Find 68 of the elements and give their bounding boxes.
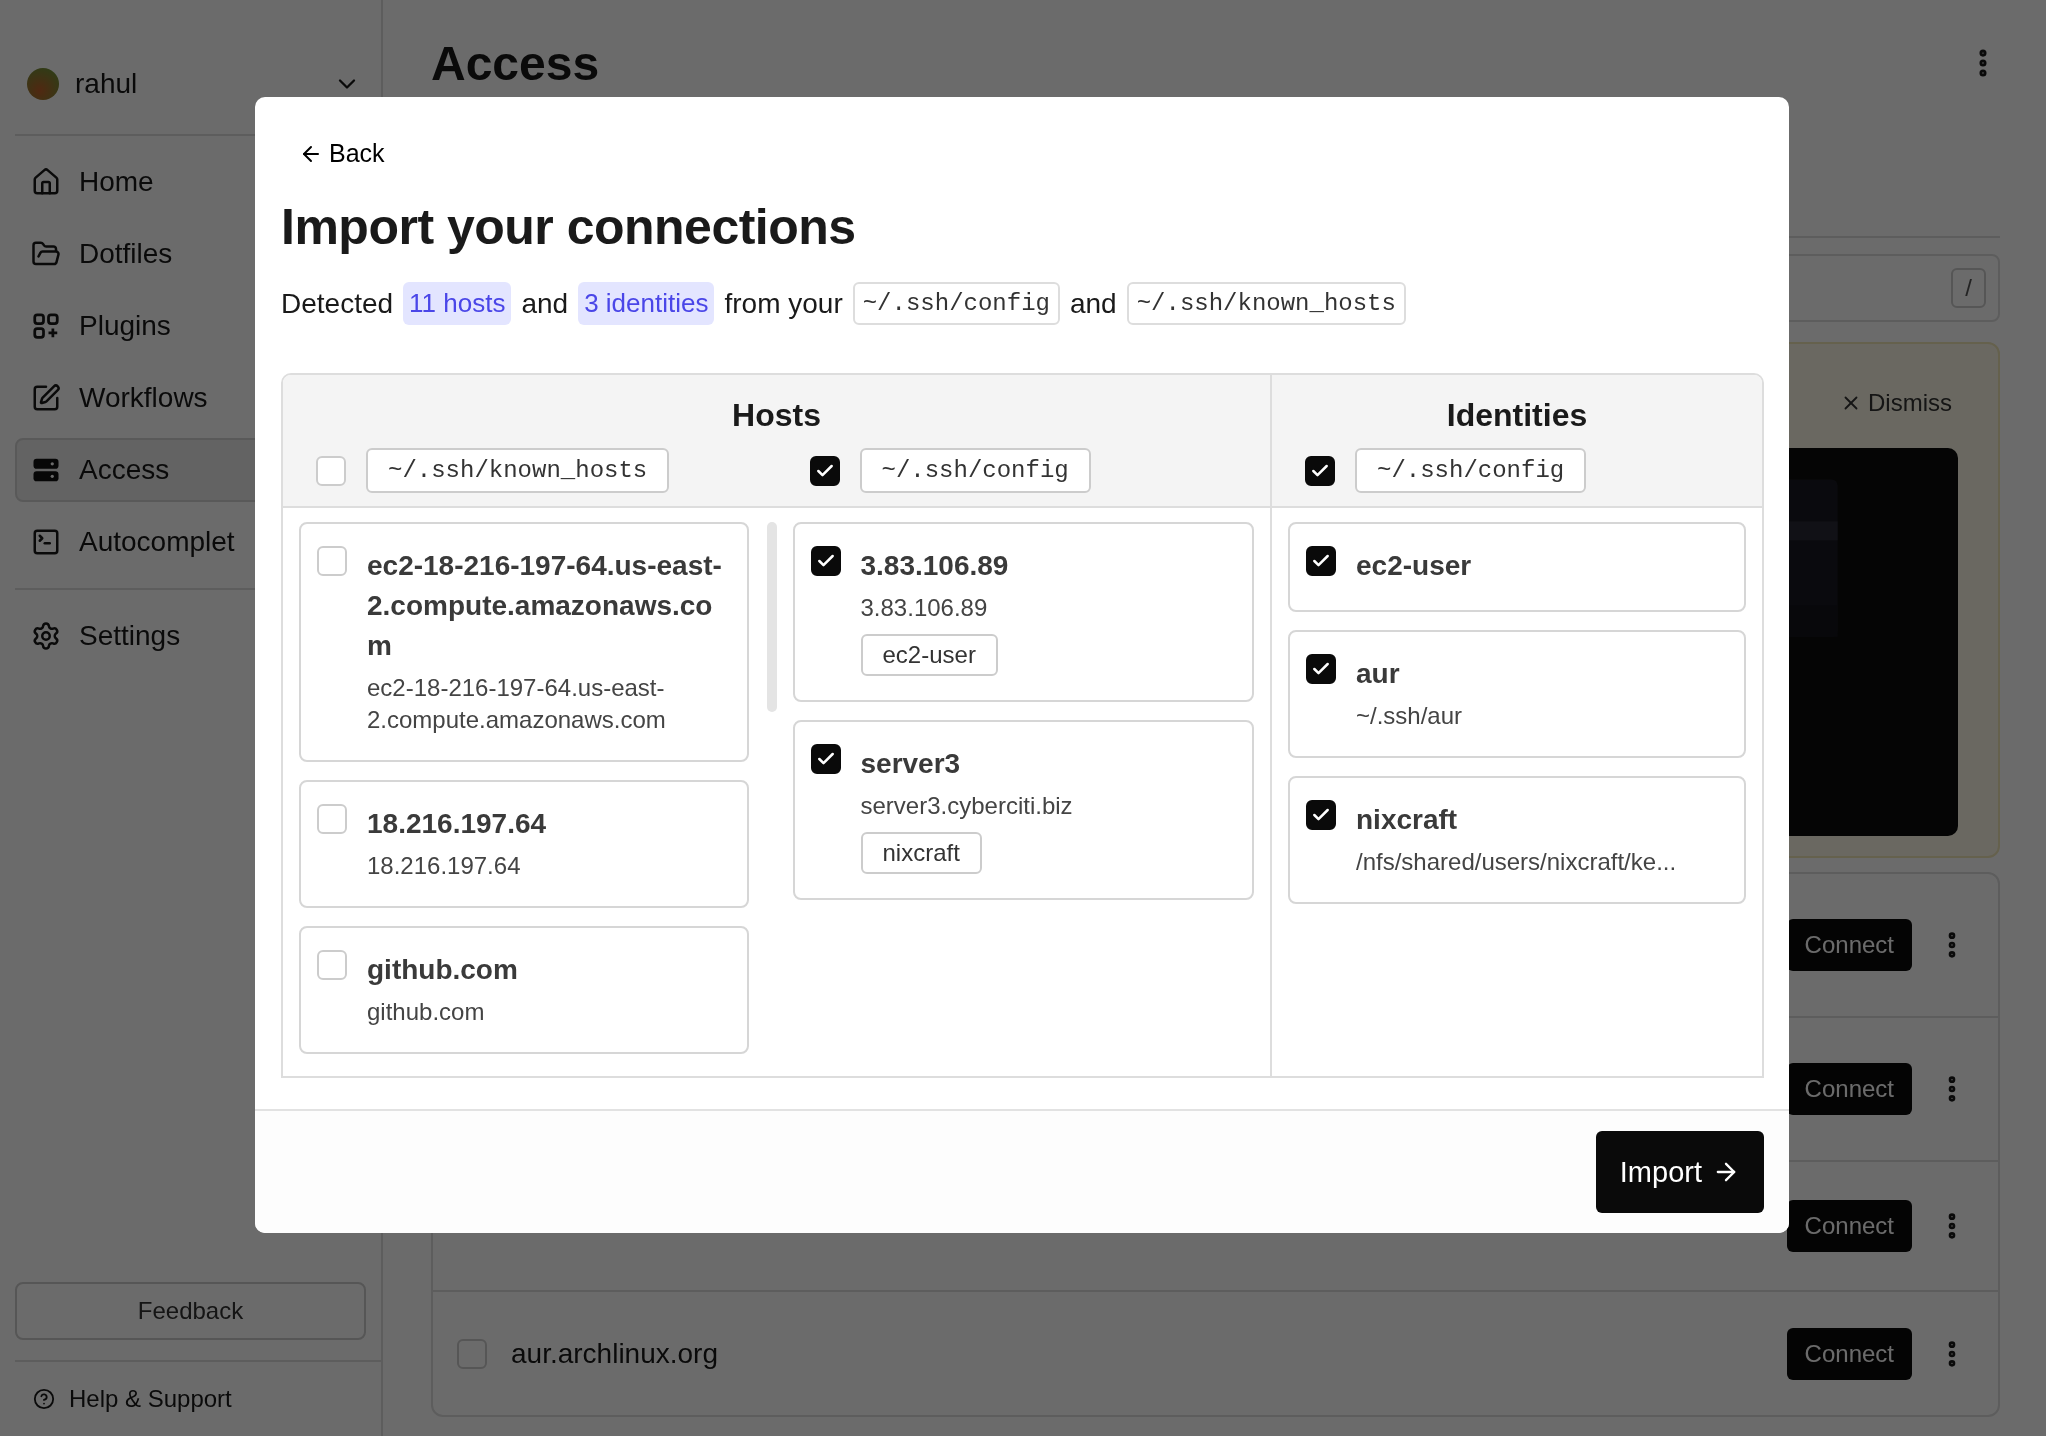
terminal-icon (31, 527, 61, 557)
item-name: ec2-user (1356, 549, 1473, 583)
item-name: server3 (860, 747, 962, 781)
item-name: aur (1356, 657, 1401, 691)
help-link[interactable]: Help & Support (15, 1362, 381, 1436)
item-detail: /nfs/shared/users/nixcraft/ke... (1356, 847, 1678, 877)
path-code: ~/.ssh/known_hosts (1126, 282, 1406, 325)
scrollbar-thumb[interactable] (766, 522, 777, 712)
checkbox[interactable] (810, 744, 841, 774)
connection-card[interactable]: github.com github.com (299, 926, 749, 1054)
checkbox[interactable] (810, 546, 841, 576)
connection-card[interactable]: 18.216.197.64 18.216.197.64 (299, 780, 749, 908)
checkbox[interactable] (1305, 455, 1335, 486)
summary-text: Detected (281, 287, 394, 320)
path-code: ~/.ssh/config (852, 282, 1060, 325)
column-title: Identities (1446, 397, 1588, 434)
connect-button[interactable]: Connect (1786, 1327, 1912, 1380)
source-path: ~/.ssh/config (859, 448, 1091, 493)
shortcut-key: / (1951, 268, 1986, 308)
nav-item[interactable]: Workflows (15, 366, 381, 430)
connect-button[interactable]: Connect (1786, 1200, 1912, 1252)
item-name: 3.83.106.89 (860, 549, 1010, 583)
checkbox[interactable] (1306, 546, 1336, 576)
feedback-button[interactable]: Feedback (15, 1282, 366, 1340)
back-button[interactable]: Back (295, 135, 389, 172)
summary-text: from your (724, 287, 843, 320)
connection-card[interactable]: server3 server3.cyberciti.biz nixcraft (792, 720, 1254, 900)
import-button[interactable]: Import (1595, 1131, 1764, 1213)
count-chip: 3 identities (578, 282, 715, 325)
item-detail: 18.216.197.64 (367, 851, 522, 881)
connect-button[interactable]: Connect (1786, 919, 1912, 971)
count-chip: 11 hosts (403, 282, 512, 325)
connection-card[interactable]: ec2-user (1288, 522, 1746, 612)
checkbox[interactable] (1306, 654, 1336, 684)
item-name: nixcraft (1356, 803, 1459, 837)
source-path: ~/.ssh/known_hosts (366, 448, 670, 493)
item-name: 18.216.197.64 (367, 807, 548, 841)
summary-text: and (521, 287, 569, 320)
connection-card[interactable]: aur ~/.ssh/aur (1288, 630, 1746, 758)
dismiss-button[interactable]: Dismiss (1834, 388, 1958, 418)
item-detail: 3.83.106.89 (860, 593, 989, 623)
connection-card[interactable]: nixcraft /nfs/shared/users/nixcraft/ke... (1288, 776, 1746, 904)
source-path: ~/.ssh/config (1355, 448, 1587, 493)
host-name: aur.archlinux.org (511, 1337, 719, 1370)
settings-icon (31, 621, 61, 651)
connect-button[interactable]: Connect (1786, 1063, 1912, 1115)
grid-plus-icon (31, 311, 61, 341)
item-detail: github.com (367, 997, 486, 1027)
help-icon (33, 1388, 55, 1410)
item-name: github.com (367, 953, 519, 987)
checkbox[interactable] (1306, 800, 1336, 830)
user-avatar (27, 68, 59, 100)
item-detail: ~/.ssh/aur (1356, 701, 1464, 731)
item-name: ec2-18-216-197-64.us-east-2.compute.amazonaws.com (367, 549, 723, 663)
page-title: Access (431, 35, 600, 91)
checkbox[interactable] (809, 455, 840, 486)
column-title: Hosts (732, 397, 821, 434)
connection-card[interactable]: ec2-18-216-197-64.us-east-2.compute.amazonaws.com ec2-18-216-197-64.us-east-2.compute.amazonaws.com (299, 522, 749, 762)
connection-card[interactable]: 3.83.106.89 3.83.106.89 ec2-user (792, 522, 1254, 702)
dialog-title: Import your connections (281, 198, 857, 256)
identity-tag: nixcraft (860, 832, 982, 874)
user-name: rahul (75, 68, 139, 100)
identity-tag: ec2-user (860, 634, 998, 676)
summary-text: and (1069, 287, 1117, 320)
pen-square-icon (31, 383, 61, 413)
item-detail: server3.cyberciti.biz (860, 791, 1074, 821)
item-detail: ec2-18-216-197-64.us-east-2.compute.amazonaws.com (367, 673, 667, 735)
house-icon (31, 167, 61, 197)
